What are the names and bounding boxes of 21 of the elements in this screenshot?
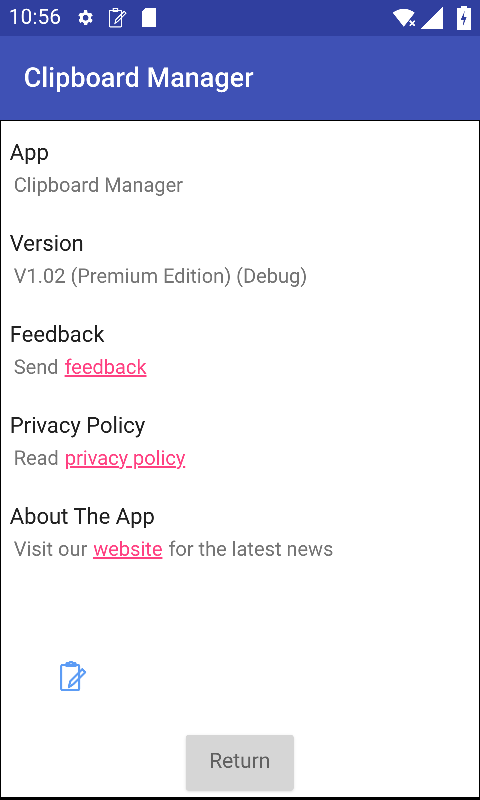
status-time: 10:56: [9, 8, 62, 28]
section-title: Privacy Policy: [10, 413, 146, 441]
section-value: Send: [14, 354, 59, 381]
battery-charging-icon: [457, 6, 471, 30]
section-title: About The App: [10, 504, 156, 532]
section-value: Clipboard Manager: [14, 172, 184, 199]
return-button[interactable]: Return: [186, 735, 294, 791]
section-value: for the latest news: [168, 536, 334, 563]
link[interactable]: privacy policy: [65, 444, 186, 472]
clipboard-pencil-icon: [107, 7, 130, 29]
section-value: Read: [14, 445, 60, 472]
signal-icon: [421, 7, 443, 29]
sd-card-icon: [141, 8, 158, 28]
section-title: Version: [10, 231, 84, 259]
app-title: Clipboard Manager: [24, 60, 254, 96]
section-title: App: [10, 140, 50, 168]
section-title: Feedback: [10, 322, 105, 350]
link[interactable]: feedback: [64, 353, 147, 381]
link[interactable]: website: [94, 535, 163, 563]
section-value: V1.02 (Premium Edition) (Debug): [14, 263, 308, 290]
section-value: Visit our: [14, 536, 88, 563]
